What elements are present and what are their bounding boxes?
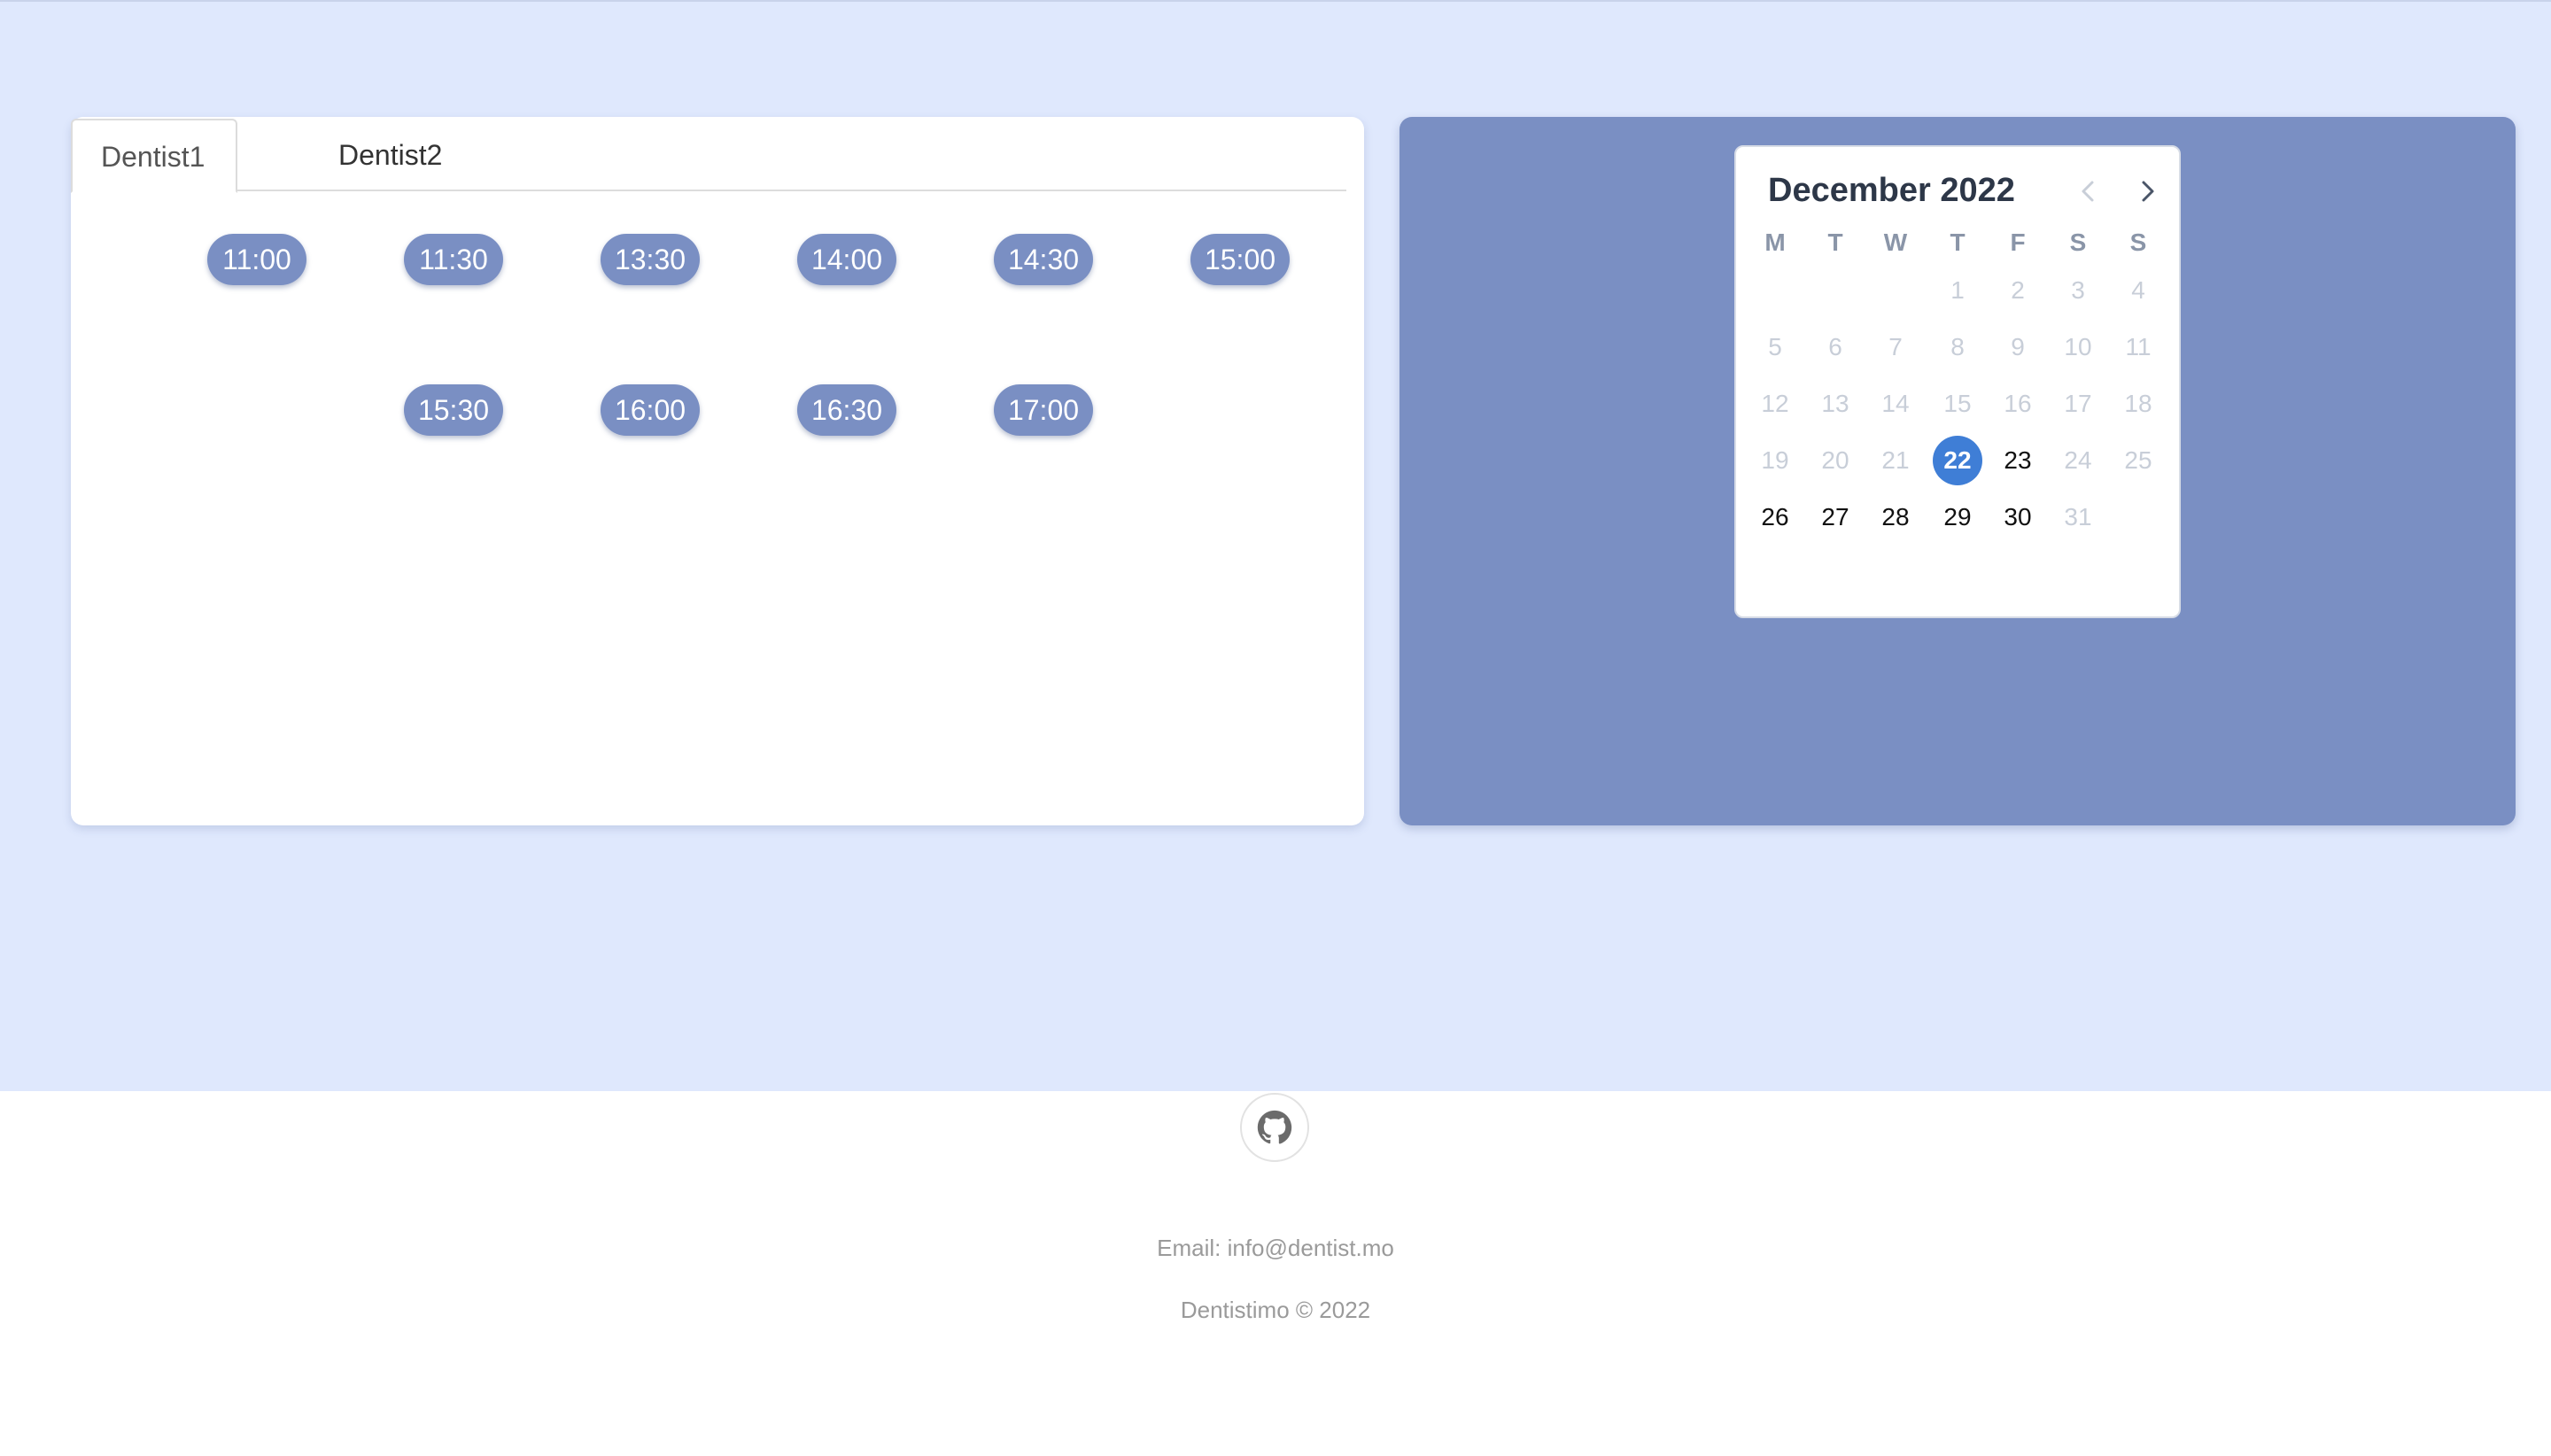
calendar-day: 17 — [2064, 390, 2092, 417]
calendar-day-selected[interactable]: 22 — [1933, 436, 1982, 485]
time-slot-button[interactable]: 11:30 — [404, 234, 503, 285]
calendar-day: 8 — [1950, 333, 1965, 360]
time-slot-button[interactable]: 11:00 — [207, 234, 306, 285]
weekday-label: T — [1950, 228, 1966, 256]
calendar-day[interactable]: 27 — [1811, 492, 1860, 542]
next-month-button[interactable] — [2129, 174, 2165, 209]
github-icon — [1257, 1110, 1292, 1144]
calendar-day: 11 — [2125, 333, 2152, 360]
calendar-day: 16 — [2004, 390, 2032, 417]
calendar-day[interactable]: 26 — [1750, 492, 1800, 542]
footer-copyright: Dentistimo © 2022 — [1180, 1297, 1371, 1323]
calendar-day: 24 — [2064, 446, 2092, 474]
calendar-day: 12 — [1761, 390, 1789, 417]
calendar-day[interactable]: 23 — [1993, 436, 2043, 485]
calendar-day: 19 — [1761, 446, 1789, 474]
calendar-day: 25 — [2124, 446, 2152, 474]
time-slot-button[interactable]: 17:00 — [994, 384, 1093, 436]
weekday-label: W — [1883, 228, 1908, 256]
time-slot-button[interactable]: 16:00 — [601, 384, 700, 436]
calendar-day: 9 — [2011, 333, 2025, 360]
time-slot-button[interactable]: 16:30 — [797, 384, 896, 436]
calendar-day: 7 — [1888, 333, 1903, 360]
calendar-day: 4 — [2131, 276, 2145, 304]
calendar-day: 21 — [1881, 446, 1910, 474]
chevron-left-icon — [2082, 181, 2094, 202]
calendar-day: 5 — [1768, 333, 1782, 360]
weekday-label: T — [1827, 228, 1843, 256]
calendar-day[interactable]: 29 — [1933, 492, 1982, 542]
dentist-schedule-card: Dentist1 Dentist2 11:00 11:30 13:30 14:00 14… — [71, 117, 1364, 825]
dentist-tabs: Dentist1 Dentist2 — [71, 117, 1346, 193]
time-slot-button[interactable]: 14:30 — [994, 234, 1093, 285]
time-slot-button[interactable]: 14:00 — [797, 234, 896, 285]
weekday-label: F — [2010, 228, 2026, 256]
calendar-day: 14 — [1881, 390, 1910, 417]
calendar-day: 15 — [1943, 390, 1972, 417]
tab-dentist1[interactable]: Dentist1 — [71, 119, 237, 193]
time-slot-button[interactable]: 15:00 — [1190, 234, 1290, 285]
calendar-day: 20 — [1821, 446, 1849, 474]
time-slot-button[interactable]: 15:30 — [404, 384, 503, 436]
footer-email: Email: info@dentist.mo — [1157, 1235, 1394, 1261]
calendar-day: 2 — [2011, 276, 2025, 304]
tab-dentist2[interactable]: Dentist2 — [310, 119, 470, 190]
calendar-day[interactable]: 30 — [1993, 492, 2043, 542]
calendar-day: 1 — [1950, 276, 1965, 304]
calendar-day[interactable]: 28 — [1871, 492, 1920, 542]
weekday-label: S — [2069, 228, 2087, 256]
calendar-day: 18 — [2124, 390, 2152, 417]
previous-month-button[interactable] — [2071, 174, 2106, 209]
date-picker: December 2022 MTWTFSS 1 2 3 4 5 6 7 8 9 10 11 12 13 1… — [1734, 145, 2181, 618]
calendar-day: 3 — [2071, 276, 2085, 304]
calendar-month-title: December 2022 — [1768, 172, 2015, 209]
weekday-label: M — [1764, 228, 1786, 256]
chevron-right-icon — [2142, 181, 2154, 202]
calendar-day: 31 — [2064, 503, 2092, 531]
time-slot-button[interactable]: 13:30 — [601, 234, 700, 285]
weekday-label: S — [2129, 228, 2147, 256]
calendar-day: 13 — [1821, 390, 1849, 417]
calendar-day: 10 — [2064, 333, 2092, 360]
github-link[interactable] — [1240, 1093, 1309, 1162]
calendar-day: 6 — [1828, 333, 1842, 360]
